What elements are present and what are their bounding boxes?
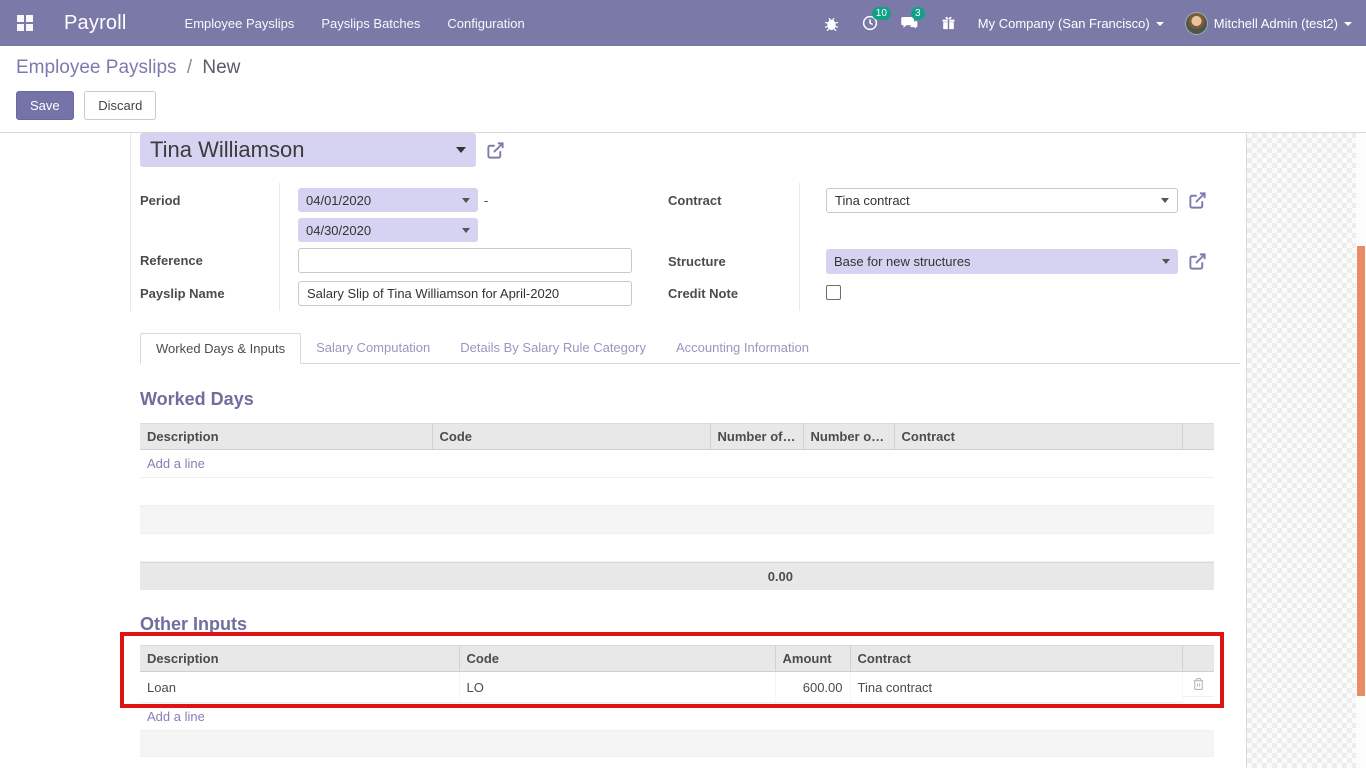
breadcrumb: Employee Payslips / New xyxy=(16,57,1350,79)
empty-row xyxy=(140,506,1214,534)
col-contract[interactable]: Contract xyxy=(894,424,1182,450)
external-link-icon[interactable] xyxy=(486,141,505,160)
col-description[interactable]: Description xyxy=(140,646,459,672)
messages-chat-icon[interactable]: 3 xyxy=(900,14,919,32)
period-dash: - xyxy=(484,188,488,208)
worked-days-title: Worked Days xyxy=(140,389,1246,410)
debug-bug-icon[interactable] xyxy=(823,15,840,32)
message-count-badge: 3 xyxy=(911,7,925,20)
worked-days-table: Description Code Number of ... Number of… xyxy=(140,423,1214,562)
structure-select[interactable]: Base for new structures xyxy=(826,249,1178,274)
activities-clock-icon[interactable]: 10 xyxy=(861,14,879,32)
cell-description[interactable]: Loan xyxy=(140,672,459,703)
external-link-icon[interactable] xyxy=(1188,252,1207,271)
apps-menu-icon[interactable] xyxy=(10,8,40,38)
col-actions xyxy=(1182,424,1214,450)
dropdown-caret-icon xyxy=(462,228,470,233)
dropdown-caret-icon xyxy=(462,198,470,203)
period-from-value: 04/01/2020 xyxy=(306,193,462,208)
company-switcher[interactable]: My Company (San Francisco) xyxy=(978,16,1164,31)
col-number-of-days[interactable]: Number of ... xyxy=(710,424,803,450)
notebook-tabs: Worked Days & Inputs Salary Computation … xyxy=(140,333,1240,364)
col-actions xyxy=(1182,646,1214,672)
worked-days-add-a-line[interactable]: Add a line xyxy=(140,450,1214,478)
tab-salary-computation[interactable]: Salary Computation xyxy=(301,333,445,364)
worked-days-total-row: 0.00 xyxy=(140,562,1214,590)
main-menus: Employee Payslips Payslips Batches Confi… xyxy=(185,10,525,37)
structure-label: Structure xyxy=(668,249,799,269)
empty-row xyxy=(140,478,1214,506)
breadcrumb-current: New xyxy=(202,57,240,78)
tab-accounting-information[interactable]: Accounting Information xyxy=(661,333,824,364)
period-to-select[interactable]: 04/30/2020 xyxy=(298,218,478,242)
activity-count-badge: 10 xyxy=(872,7,891,20)
company-name: My Company (San Francisco) xyxy=(978,16,1150,31)
delete-row-button[interactable] xyxy=(1183,672,1215,697)
reference-input[interactable] xyxy=(298,248,632,273)
cell-code[interactable]: LO xyxy=(459,672,775,703)
attachment-preview-panel xyxy=(1246,133,1356,768)
contract-select[interactable]: Tina contract xyxy=(826,188,1178,213)
save-button[interactable]: Save xyxy=(16,91,74,120)
col-code[interactable]: Code xyxy=(459,646,775,672)
app-title[interactable]: Payroll xyxy=(64,12,127,35)
other-inputs-add-a-line[interactable]: Add a line xyxy=(140,703,1214,731)
breadcrumb-parent-link[interactable]: Employee Payslips xyxy=(16,57,177,78)
dropdown-caret-icon xyxy=(456,147,466,153)
discard-button[interactable]: Discard xyxy=(84,91,156,120)
gift-icon[interactable] xyxy=(940,15,957,32)
breadcrumb-separator: / xyxy=(182,57,197,78)
form-view: Tina Williamson Period xyxy=(0,133,1366,768)
col-code[interactable]: Code xyxy=(432,424,710,450)
credit-note-checkbox[interactable] xyxy=(826,285,841,300)
structure-value: Base for new structures xyxy=(834,254,1162,269)
table-row[interactable]: Loan LO 600.00 Tina contract xyxy=(140,672,1214,703)
payslip-name-input[interactable] xyxy=(298,281,632,306)
employee-select[interactable]: Tina Williamson xyxy=(140,133,476,167)
chevron-down-icon xyxy=(1156,22,1164,26)
col-description[interactable]: Description xyxy=(140,424,432,450)
cell-contract[interactable]: Tina contract xyxy=(850,672,1182,703)
empty-row xyxy=(140,534,1214,562)
worked-days-total: 0.00 xyxy=(140,569,803,584)
top-navbar: Payroll Employee Payslips Payslips Batch… xyxy=(0,0,1366,46)
col-number-of-hours[interactable]: Number of ... xyxy=(803,424,894,450)
menu-payslips-batches[interactable]: Payslips Batches xyxy=(321,10,420,37)
payslip-name-label: Payslip Name xyxy=(140,281,279,301)
form-sheet: Tina Williamson Period xyxy=(0,133,1246,768)
scrollbar-track[interactable] xyxy=(1356,133,1366,768)
credit-note-label: Credit Note xyxy=(668,281,799,301)
period-label: Period xyxy=(140,188,279,208)
payroll-app-window: Payroll Employee Payslips Payslips Batch… xyxy=(0,0,1366,768)
employee-name: Tina Williamson xyxy=(150,137,456,163)
col-contract[interactable]: Contract xyxy=(850,646,1182,672)
reference-label: Reference xyxy=(140,248,279,268)
scrollbar-thumb[interactable] xyxy=(1357,246,1365,696)
period-to-value: 04/30/2020 xyxy=(306,223,462,238)
chevron-down-icon xyxy=(1344,22,1352,26)
external-link-icon[interactable] xyxy=(1188,191,1207,210)
menu-employee-payslips[interactable]: Employee Payslips xyxy=(185,10,295,37)
other-inputs-title: Other Inputs xyxy=(140,614,1246,635)
menu-configuration[interactable]: Configuration xyxy=(447,10,524,37)
tab-details-by-salary-rule-category[interactable]: Details By Salary Rule Category xyxy=(445,333,661,364)
tab-worked-days-inputs[interactable]: Worked Days & Inputs xyxy=(140,333,301,364)
col-amount[interactable]: Amount xyxy=(775,646,850,672)
dropdown-caret-icon xyxy=(1161,198,1169,203)
dropdown-caret-icon xyxy=(1162,259,1170,264)
other-inputs-table: Description Code Amount Contract Loan LO… xyxy=(140,645,1214,703)
user-menu[interactable]: Mitchell Admin (test2) xyxy=(1185,12,1352,35)
period-from-select[interactable]: 04/01/2020 xyxy=(298,188,478,212)
empty-row xyxy=(140,731,1214,757)
cell-amount[interactable]: 600.00 xyxy=(775,672,850,703)
avatar xyxy=(1185,12,1208,35)
control-panel: Employee Payslips / New Save Discard xyxy=(0,46,1366,133)
contract-value: Tina contract xyxy=(835,193,1161,208)
contract-label: Contract xyxy=(668,188,799,208)
user-name: Mitchell Admin (test2) xyxy=(1214,16,1338,31)
trash-icon xyxy=(1192,677,1205,691)
